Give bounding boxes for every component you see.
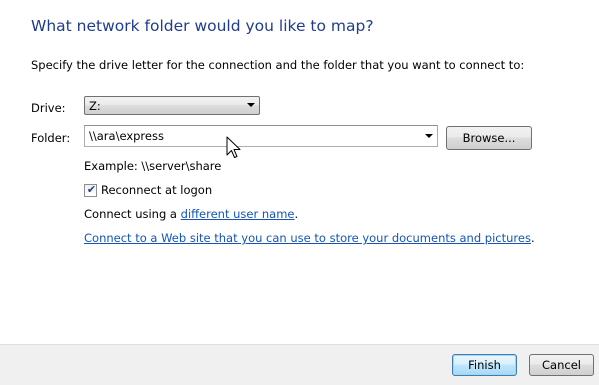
folder-input-value: \\ara\express [89,129,164,143]
drive-select[interactable]: Z: [84,96,260,115]
web-site-link[interactable]: Connect to a Web site that you can use t… [84,231,531,245]
checkmark-icon: ✔ [86,183,97,196]
reconnect-checkbox[interactable]: ✔ [84,183,97,197]
folder-input[interactable]: \\ara\express [84,125,438,147]
drive-select-value: Z: [89,99,101,113]
instruction-text: Specify the drive letter for the connect… [31,58,525,72]
connect-using-row: Connect using a different user name. [84,207,298,221]
browse-button[interactable]: Browse... [446,126,532,150]
page-title: What network folder would you like to ma… [31,17,374,35]
connect-using-suffix: . [294,207,299,221]
map-network-drive-dialog: What network folder would you like to ma… [0,0,599,385]
finish-button[interactable]: Finish [452,354,517,376]
different-user-name-link[interactable]: different user name [181,207,295,221]
arrow-cursor-icon [226,136,241,158]
chevron-down-icon[interactable] [425,134,433,138]
drive-label: Drive: [31,101,66,115]
web-site-row: Connect to a Web site that you can use t… [84,231,535,245]
connect-using-prefix: Connect using a [84,207,181,221]
folder-label: Folder: [31,131,71,145]
cancel-button[interactable]: Cancel [529,354,594,376]
chevron-down-icon [247,103,255,107]
web-site-suffix: . [530,231,535,245]
example-text: Example: \\server\share [84,159,222,173]
reconnect-label[interactable]: Reconnect at logon [101,183,212,197]
